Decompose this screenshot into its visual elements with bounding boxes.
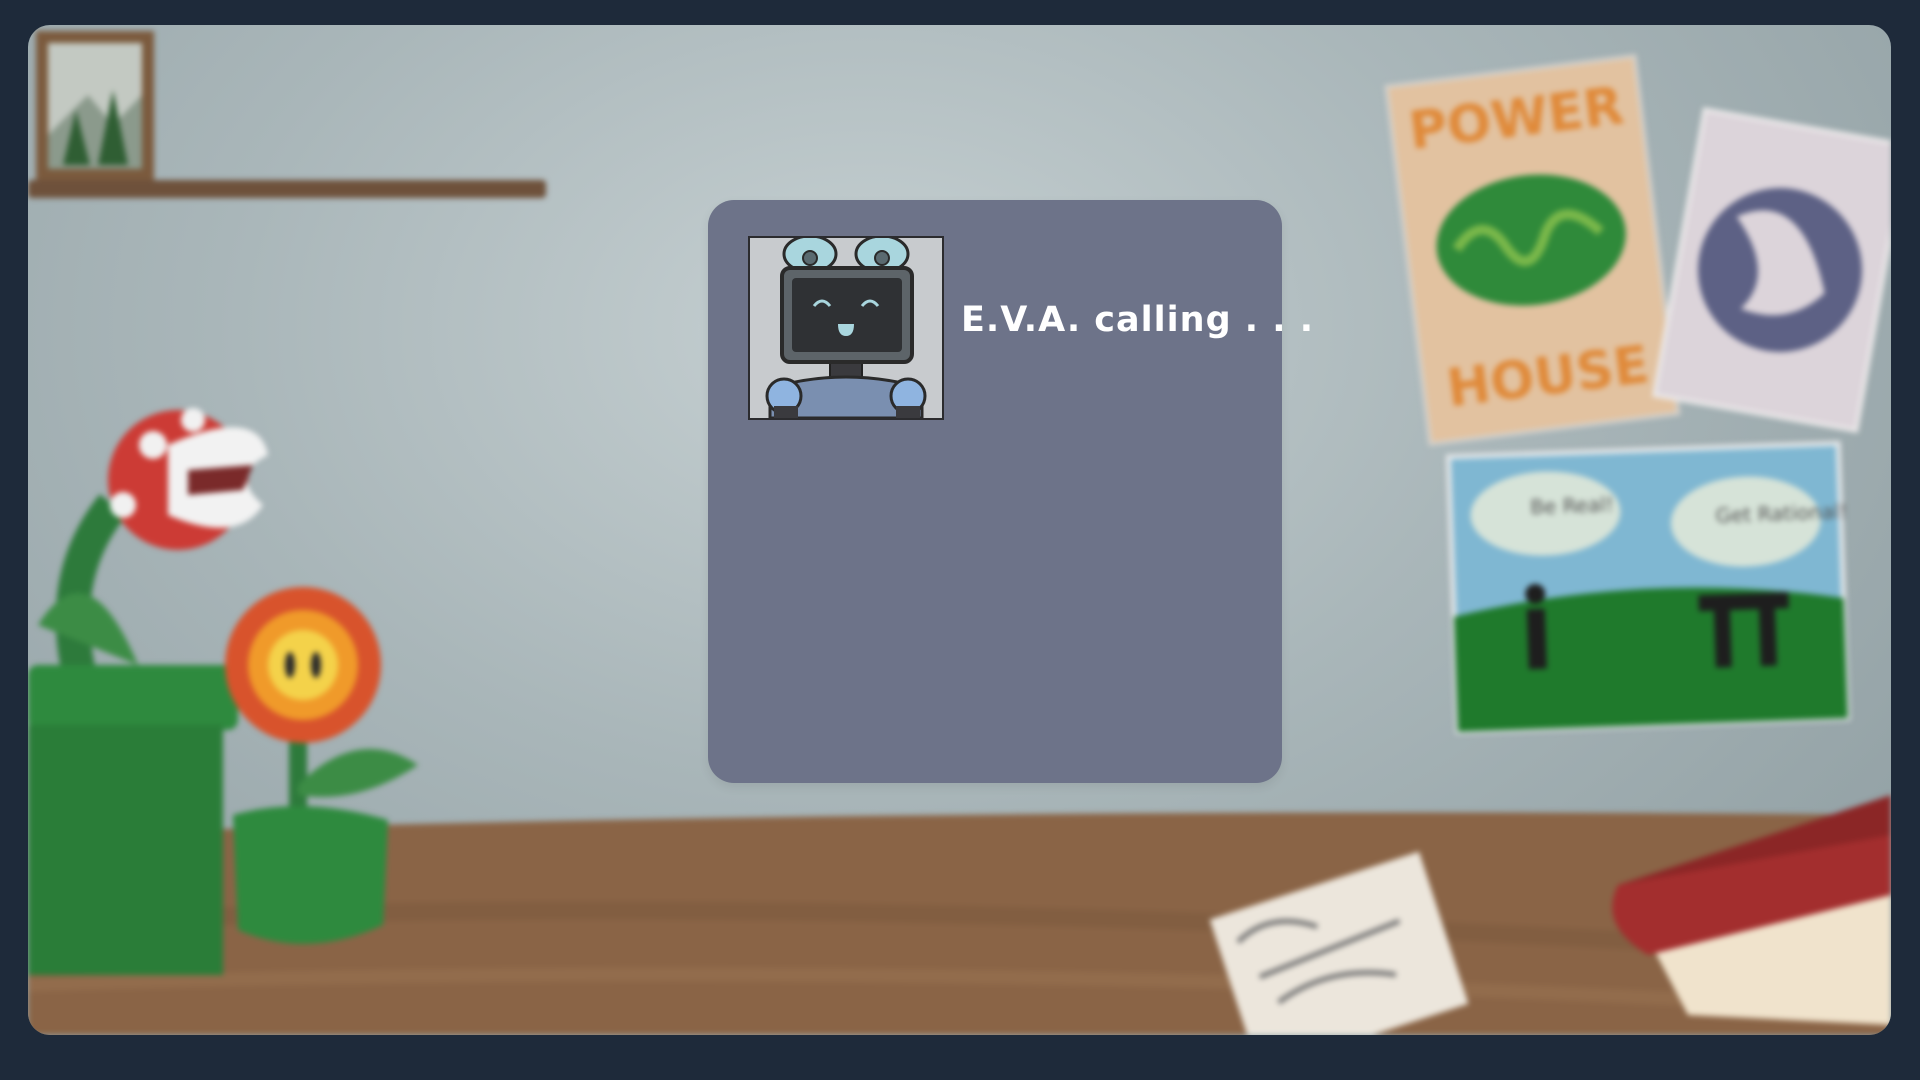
game-scene: POWER HOUSE Be Real! Get Rational! E.V.A… bbox=[28, 25, 1891, 1035]
framed-tree-picture bbox=[36, 31, 154, 181]
moon-poster bbox=[1652, 107, 1891, 433]
caller-text: E.V.A. calling . . . bbox=[961, 300, 1315, 340]
caller-avatar bbox=[748, 236, 944, 420]
bubble-get-rational: Get Rational! bbox=[1715, 499, 1848, 528]
incoming-call-panel: E.V.A. calling . . . bbox=[708, 200, 1313, 783]
powerhouse-poster: POWER HOUSE bbox=[1384, 53, 1681, 447]
bubble-be-real: Be Real! bbox=[1530, 492, 1614, 519]
i-and-pi-poster: Be Real! Get Rational! bbox=[1445, 440, 1851, 735]
robot-avatar-icon bbox=[750, 238, 942, 418]
wall-shelf bbox=[28, 180, 546, 198]
